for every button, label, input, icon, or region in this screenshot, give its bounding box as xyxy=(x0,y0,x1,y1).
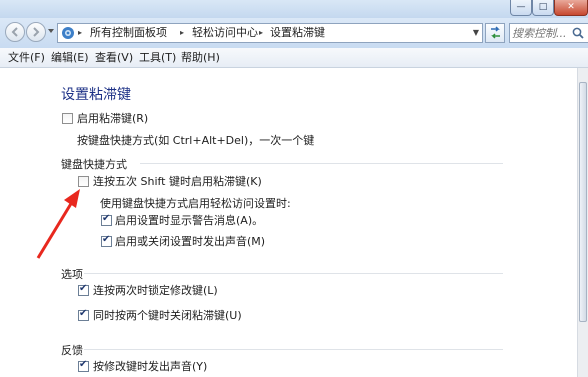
maximize-icon: □ xyxy=(538,2,548,12)
main-content: 设置粘滞键 启用粘滞键(R) 按键盘快捷方式(如 Ctrl+Alt+Del)，一… xyxy=(0,68,577,377)
keyboard-shortcut-section-heading: 键盘快捷方式 xyxy=(61,158,127,171)
section-divider xyxy=(84,273,503,274)
control-panel-icon xyxy=(62,27,74,39)
play-sound-checkbox[interactable] xyxy=(101,234,112,247)
section-divider xyxy=(84,349,503,350)
breadcrumb-all-control-panel[interactable]: 所有控制面板项 xyxy=(90,26,167,40)
breadcrumb-sticky-keys[interactable]: 设置粘滞键 xyxy=(270,26,325,40)
maximize-button[interactable]: □ xyxy=(532,0,554,16)
menu-bar: 文件(F) 编辑(E) 查看(V) 工具(T) 帮助(H) xyxy=(0,48,588,68)
shift-five-times-checkbox[interactable] xyxy=(78,176,89,187)
menu-help[interactable]: 帮助(H) xyxy=(181,51,220,64)
shortcut-settings-subheading: 使用键盘快捷方式启用轻松访问设置时: xyxy=(100,197,291,210)
breadcrumb-separator[interactable]: ▸ xyxy=(180,26,184,40)
play-sound-label[interactable]: 启用或关闭设置时发出声音(M) xyxy=(115,235,265,248)
back-button[interactable] xyxy=(5,22,25,42)
show-warning-checkbox[interactable] xyxy=(101,213,112,226)
scrollbar-thumb[interactable] xyxy=(579,82,587,322)
close-icon: ✕ xyxy=(567,2,575,12)
menu-tools[interactable]: 工具(T) xyxy=(139,51,176,64)
refresh-button[interactable] xyxy=(485,23,505,43)
menu-view[interactable]: 查看(V) xyxy=(95,51,133,64)
shift-five-times-label[interactable]: 连按五次 Shift 键时启用粘滞键(K) xyxy=(93,175,262,188)
address-dropdown-icon[interactable]: ▼ xyxy=(473,28,479,37)
search-icon[interactable] xyxy=(572,27,584,39)
breadcrumb-separator[interactable]: ▸ xyxy=(78,26,82,40)
lock-modifier-label[interactable]: 连按两次时锁定修改键(L) xyxy=(93,284,218,297)
show-warning-label[interactable]: 启用设置时显示警告消息(A)。 xyxy=(115,214,263,227)
breadcrumb-ease-of-access[interactable]: 轻松访问中心 xyxy=(192,26,258,40)
section-divider xyxy=(140,163,503,164)
address-bar[interactable]: ▸ 所有控制面板项 ▸ 轻松访问中心 ▸ 设置粘滞键 ▼ xyxy=(57,23,483,43)
enable-sticky-keys-description: 按键盘快捷方式(如 Ctrl+Alt+Del)，一次一个键 xyxy=(77,134,315,147)
options-section-heading: 选项 xyxy=(61,268,83,281)
forward-arrow-icon xyxy=(33,27,40,37)
enable-sticky-keys-checkbox[interactable] xyxy=(62,113,73,124)
navigation-bar: ▸ 所有控制面板项 ▸ 轻松访问中心 ▸ 设置粘滞键 ▼ xyxy=(0,18,588,48)
minimize-icon: — xyxy=(516,2,526,12)
vertical-scrollbar[interactable] xyxy=(577,68,588,377)
menu-file[interactable]: 文件(F) xyxy=(8,51,45,64)
lock-modifier-checkbox[interactable] xyxy=(78,283,89,296)
page-title: 设置粘滞键 xyxy=(61,87,131,103)
breadcrumb-separator[interactable]: ▸ xyxy=(259,26,263,40)
title-bar: — □ ✕ xyxy=(0,0,588,18)
turn-off-two-keys-label[interactable]: 同时按两个键时关闭粘滞键(U) xyxy=(93,309,242,322)
beep-on-modifier-label[interactable]: 按修改键时发出声音(Y) xyxy=(93,360,207,373)
enable-sticky-keys-label[interactable]: 启用粘滞键(R) xyxy=(77,112,148,125)
turn-off-two-keys-checkbox[interactable] xyxy=(78,308,89,321)
back-arrow-icon xyxy=(11,27,18,37)
refresh-icon xyxy=(491,26,500,39)
forward-button[interactable] xyxy=(26,22,46,42)
menu-edit[interactable]: 编辑(E) xyxy=(51,51,89,64)
recent-pages-icon[interactable] xyxy=(48,28,54,34)
feedback-section-heading: 反馈 xyxy=(61,344,83,357)
search-input[interactable] xyxy=(512,25,568,41)
search-box[interactable] xyxy=(509,23,588,43)
minimize-button[interactable]: — xyxy=(510,0,532,16)
beep-on-modifier-checkbox[interactable] xyxy=(78,359,89,372)
close-button[interactable]: ✕ xyxy=(554,0,588,16)
